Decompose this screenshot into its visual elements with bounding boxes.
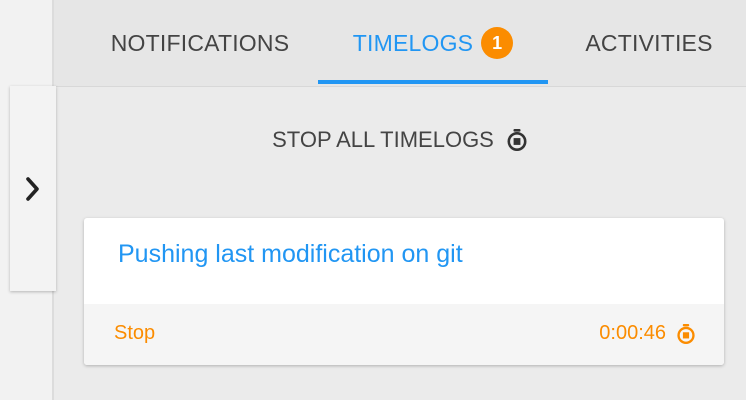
stopwatch-icon: [676, 323, 696, 345]
tab-bar: NOTIFICATIONS TIMELOGS 1 ACTIVITIES: [54, 0, 746, 87]
timelog-title-link[interactable]: Pushing last modification on git: [118, 240, 463, 269]
stop-timelog-button[interactable]: Stop: [114, 322, 155, 345]
tab-notifications-label: NOTIFICATIONS: [110, 29, 290, 56]
chevron-right-icon: [25, 176, 41, 202]
timelogs-panel: NOTIFICATIONS TIMELOGS 1 ACTIVITIES STOP…: [54, 0, 746, 400]
stop-all-timelogs-button[interactable]: STOP ALL TIMELOGS: [54, 118, 746, 162]
timelog-card: Pushing last modification on git Stop 0:…: [84, 218, 724, 365]
tab-activities[interactable]: ACTIVITIES: [552, 0, 746, 86]
timelogs-count-badge: 1: [481, 27, 514, 59]
stopwatch-icon: [506, 128, 528, 152]
sidebar-toggle-button[interactable]: [10, 86, 56, 291]
elapsed-time-value: 0:00:46: [599, 322, 666, 344]
tab-notifications[interactable]: NOTIFICATIONS: [74, 0, 326, 86]
timelog-card-footer: Stop 0:00:46: [84, 304, 724, 365]
tab-timelogs[interactable]: TIMELOGS 1: [318, 0, 548, 86]
stop-all-timelogs-label: STOP ALL TIMELOGS: [272, 127, 494, 152]
tab-activities-label: ACTIVITIES: [585, 29, 713, 56]
active-tab-indicator: [318, 80, 548, 84]
tab-timelogs-label: TIMELOGS: [352, 29, 474, 56]
elapsed-time: 0:00:46: [599, 322, 696, 345]
